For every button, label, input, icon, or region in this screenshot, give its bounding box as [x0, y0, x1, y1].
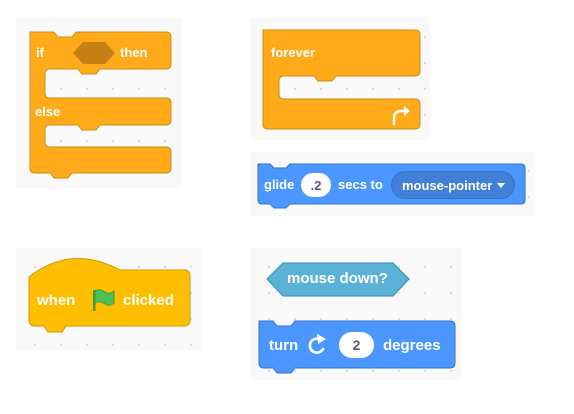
target-dropdown[interactable]: mouse-pointer — [391, 171, 515, 199]
clicked-label: clicked — [123, 292, 174, 309]
if-label: if — [36, 45, 44, 60]
degrees-input[interactable]: 2 — [339, 332, 374, 358]
sensing-motion-panel: mouse down? turn 2 degrees — [250, 248, 462, 380]
when-flag-panel: when clicked — [16, 248, 202, 350]
degrees-label: degrees — [383, 337, 441, 354]
caret-down-icon — [497, 182, 506, 188]
if-else-block[interactable] — [16, 18, 182, 188]
forever-block[interactable] — [250, 18, 430, 140]
forever-panel: forever — [250, 18, 430, 140]
forever-label: forever — [271, 45, 316, 60]
turn-block[interactable] — [250, 248, 462, 380]
glide-panel: glide .2 secs to mouse-pointer — [250, 152, 535, 216]
glide-label: glide — [264, 177, 295, 192]
target-dropdown-value: mouse-pointer — [402, 177, 493, 193]
secs-input[interactable]: .2 — [301, 173, 331, 197]
when-label: when — [37, 292, 76, 309]
turn-label: turn — [269, 337, 299, 354]
else-label: else — [35, 104, 61, 119]
if-else-panel: if then else — [16, 18, 182, 188]
secs-to-label: secs to — [338, 177, 383, 192]
then-label: then — [120, 45, 148, 60]
